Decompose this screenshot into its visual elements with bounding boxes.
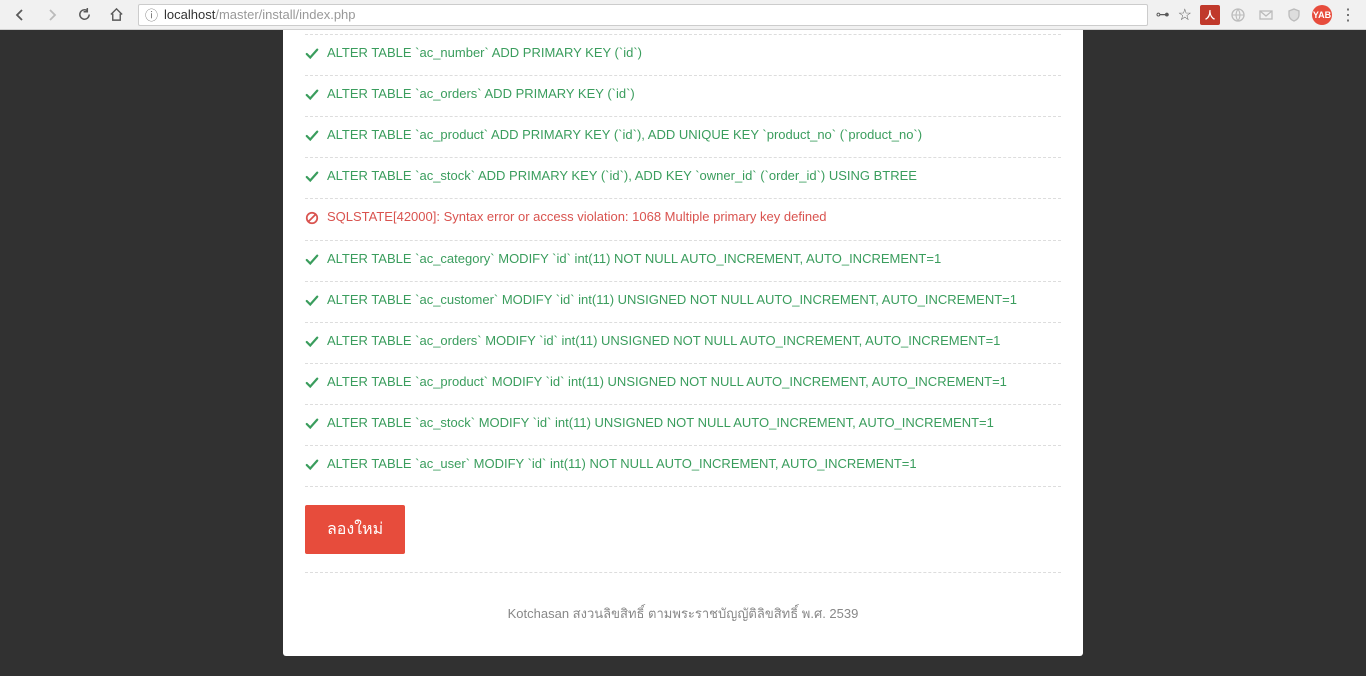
home-button[interactable]	[102, 3, 130, 27]
back-button[interactable]	[6, 3, 34, 27]
yab-extension-icon[interactable]: YAB	[1312, 5, 1332, 25]
log-text: SQLSTATE[42000]: Syntax error or access …	[327, 205, 1061, 229]
check-icon	[305, 168, 321, 192]
key-icon[interactable]: ⊶	[1156, 6, 1170, 23]
adobe-extension-icon[interactable]: 人	[1200, 5, 1220, 25]
log-item: ALTER TABLE `ac_product` MODIFY `id` int…	[305, 364, 1061, 405]
footer-text: Kotchasan สงวนลิขสิทธิ์ ตามพระราชบัญญัติ…	[305, 572, 1061, 634]
globe-extension-icon[interactable]	[1228, 5, 1248, 25]
log-text: ALTER TABLE `ac_customer` MODIFY `id` in…	[327, 288, 1061, 312]
log-item: ALTER TABLE `ac_product` ADD PRIMARY KEY…	[305, 117, 1061, 158]
bookmark-star-icon[interactable]: ☆	[1178, 5, 1192, 25]
forward-button	[38, 3, 66, 27]
log-item: ALTER TABLE `ac_customer` MODIFY `id` in…	[305, 282, 1061, 323]
toolbar-right: ⊶ ☆ 人 YAB ⋮	[1156, 5, 1360, 25]
log-text: ALTER TABLE `ac_number` ADD PRIMARY KEY …	[327, 41, 1061, 65]
log-text: ALTER TABLE `ac_user` MODIFY `id` int(11…	[327, 452, 1061, 476]
check-icon	[305, 251, 321, 275]
check-icon	[305, 45, 321, 69]
log-text: ALTER TABLE `ac_stock` MODIFY `id` int(1…	[327, 411, 1061, 435]
log-text: ALTER TABLE `ac_product` ADD PRIMARY KEY…	[327, 123, 1061, 147]
url-text: localhost/master/install/index.php	[164, 7, 356, 22]
log-item: ALTER TABLE `ac_stock` ADD PRIMARY KEY (…	[305, 158, 1061, 199]
info-icon: ⓘ	[145, 5, 158, 24]
check-icon	[305, 415, 321, 439]
log-text: ALTER TABLE `ac_orders` ADD PRIMARY KEY …	[327, 82, 1061, 106]
check-icon	[305, 86, 321, 110]
install-panel: 'can_customer,can_stock,can_sell,can_buy…	[283, 30, 1083, 656]
log-text: ALTER TABLE `ac_orders` MODIFY `id` int(…	[327, 329, 1061, 353]
log-item: ALTER TABLE `ac_stock` MODIFY `id` int(1…	[305, 405, 1061, 446]
viewport[interactable]: 'can_customer,can_stock,can_sell,can_buy…	[0, 30, 1366, 676]
browser-menu-button[interactable]: ⋮	[1340, 5, 1356, 25]
ban-icon	[305, 209, 321, 233]
log-item: ALTER TABLE `ac_number` ADD PRIMARY KEY …	[305, 35, 1061, 76]
url-bar[interactable]: ⓘ localhost/master/install/index.php	[138, 4, 1148, 26]
check-icon	[305, 292, 321, 316]
reload-button[interactable]	[70, 3, 98, 27]
log-item: ALTER TABLE `ac_orders` ADD PRIMARY KEY …	[305, 76, 1061, 117]
check-icon	[305, 456, 321, 480]
log-item: ALTER TABLE `ac_category` MODIFY `id` in…	[305, 241, 1061, 282]
log-text: ALTER TABLE `ac_category` MODIFY `id` in…	[327, 247, 1061, 271]
shield-extension-icon[interactable]	[1284, 5, 1304, 25]
check-icon	[305, 127, 321, 151]
retry-button[interactable]: ลองใหม่	[305, 505, 405, 554]
log-text: ALTER TABLE `ac_stock` ADD PRIMARY KEY (…	[327, 164, 1061, 188]
log-item: ALTER TABLE `ac_user` MODIFY `id` int(11…	[305, 446, 1061, 487]
mail-extension-icon[interactable]	[1256, 5, 1276, 25]
check-icon	[305, 333, 321, 357]
browser-toolbar: ⓘ localhost/master/install/index.php ⊶ ☆…	[0, 0, 1366, 30]
check-icon	[305, 374, 321, 398]
log-item: SQLSTATE[42000]: Syntax error or access …	[305, 199, 1061, 240]
log-item: ALTER TABLE `ac_orders` MODIFY `id` int(…	[305, 323, 1061, 364]
log-text: ALTER TABLE `ac_product` MODIFY `id` int…	[327, 370, 1061, 394]
log-list: 'can_customer,can_stock,can_sell,can_buy…	[305, 30, 1061, 487]
